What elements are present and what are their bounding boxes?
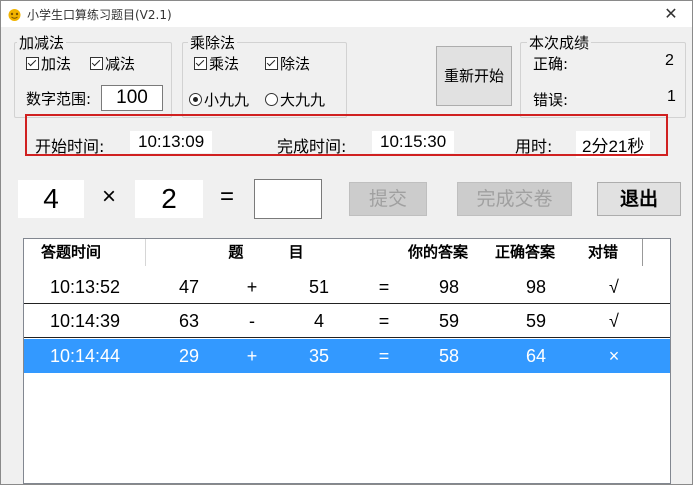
checkbox-checked-icon [194,57,207,70]
restart-button[interactable]: 重新开始 [436,46,512,106]
operand-1: 4 [18,180,84,218]
sub-checkbox-label: 减法 [105,55,136,73]
table-row[interactable]: 10:13:52 47 + 51 = 98 98 √ [24,271,670,304]
checkbox-checked-icon [265,57,278,70]
table-row-selected[interactable]: 10:14:44 29 + 35 = 58 64 × [24,339,670,373]
submit-button[interactable]: 提交 [349,182,427,216]
cell-correct-answer: 64 [525,346,547,366]
cell-time: 10:14:39 [49,311,121,331]
cell-equals: = [378,346,390,366]
cell-equals: = [378,311,390,331]
cell-operand-a: 47 [178,277,200,297]
equals-sign: = [220,183,235,210]
small-table-label: 小九九 [204,91,250,109]
range-input[interactable]: 100 [101,85,163,111]
cell-operator: - [249,311,255,331]
correct-count: 2 [665,52,674,69]
cell-operand-b: 51 [308,277,330,297]
cell-operand-b: 4 [313,311,324,331]
add-sub-group-title: 加减法 [17,32,67,53]
app-window: 小学生口算练习题目(V2.1) ✕ 加减法 加法 减法 数字范围: 100 乘除… [0,0,693,485]
app-icon [8,9,21,21]
cell-correct-answer: 59 [525,311,547,331]
checkbox-checked-icon [26,57,39,70]
big-table-label: 大九九 [280,91,326,109]
small-table-radio[interactable]: 小九九 [189,89,249,110]
header-result[interactable]: 对错 [588,239,643,266]
answer-history-list[interactable]: 答题时间 题 目 你的答案 正确答案 对错 10:13:52 47 + 51 =… [23,238,671,484]
cell-your-answer: 98 [438,277,460,297]
radio-unselected-icon [265,93,278,106]
add-checkbox-label: 加法 [41,55,72,73]
header-time[interactable]: 答题时间 [41,239,146,266]
cell-time: 10:13:52 [49,277,121,297]
mul-div-group-title: 乘除法 [188,32,238,53]
cell-correct-answer: 98 [525,277,547,297]
header-question[interactable]: 题 目 [146,239,406,266]
div-checkbox[interactable]: 除法 [265,53,310,74]
sub-checkbox[interactable]: 减法 [90,53,135,74]
cell-operand-b: 35 [308,346,330,366]
mul-checkbox-label: 乘法 [209,55,240,73]
cell-your-answer: 58 [438,346,460,366]
mul-checkbox[interactable]: 乘法 [194,53,239,74]
cell-result: √ [609,311,619,331]
header-your-answer[interactable]: 你的答案 [408,239,494,266]
table-row[interactable]: 10:14:39 63 - 4 = 59 59 √ [24,305,670,338]
window-title: 小学生口算练习题目(V2.1) [27,8,172,22]
score-group-title: 本次成绩 [527,32,592,53]
header-correct-answer[interactable]: 正确答案 [495,239,581,266]
row-divider [24,337,670,338]
exit-button[interactable]: 退出 [597,182,681,216]
range-label: 数字范围: [26,90,92,108]
add-checkbox[interactable]: 加法 [26,53,71,74]
checkbox-checked-icon [90,57,103,70]
cell-operator: + [246,277,258,297]
cell-operand-a: 63 [178,311,200,331]
cell-result: √ [609,277,619,297]
cell-operator: + [246,346,258,366]
highlight-frame [25,114,668,156]
close-icon[interactable]: ✕ [662,5,680,23]
finish-button[interactable]: 完成交卷 [457,182,572,216]
answer-input[interactable] [254,179,322,219]
wrong-count: 1 [667,88,676,105]
radio-selected-icon [189,93,202,106]
row-divider [24,303,670,304]
cell-operand-a: 29 [178,346,200,366]
title-bar: 小学生口算练习题目(V2.1) ✕ [1,1,692,27]
wrong-label: 错误: [533,91,569,109]
correct-label: 正确: [533,55,569,73]
cell-result: × [608,346,620,366]
cell-time: 10:14:44 [49,346,121,366]
big-table-radio[interactable]: 大九九 [265,89,325,110]
div-checkbox-label: 除法 [280,55,311,73]
cell-equals: = [378,277,390,297]
operator-sign: × [102,183,117,210]
cell-your-answer: 59 [438,311,460,331]
operand-2: 2 [135,180,203,218]
